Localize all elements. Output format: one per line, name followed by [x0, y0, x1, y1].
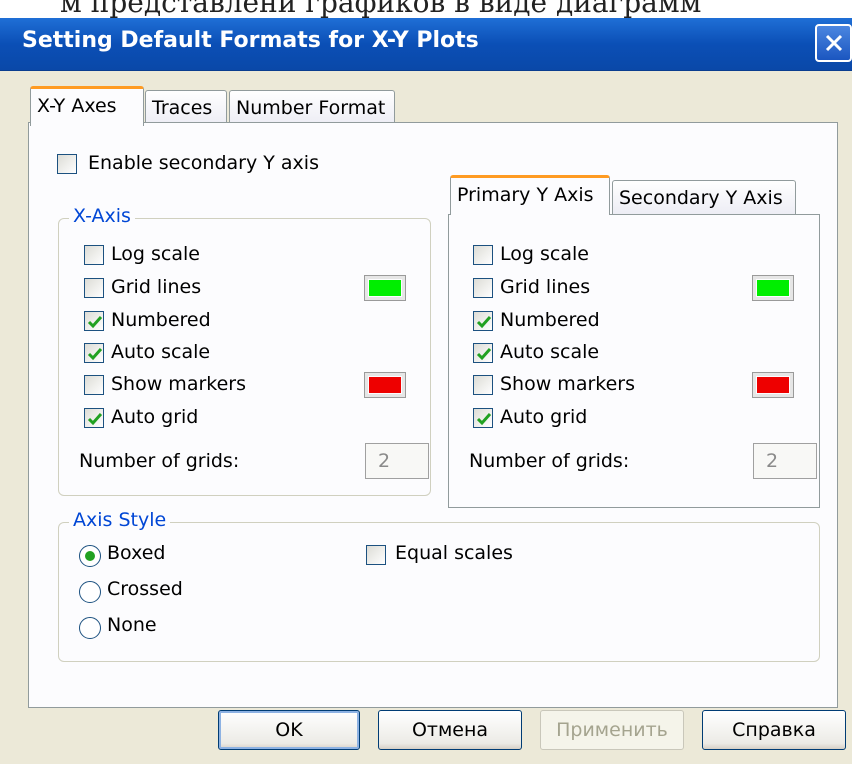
tab-traces[interactable]: Traces	[145, 90, 227, 126]
boxed-radio-label: Boxed	[107, 542, 166, 564]
x-grid-color-swatch[interactable]	[364, 275, 406, 301]
x-num-grids-value: 2	[378, 450, 391, 472]
tab-number-format[interactable]: Number Format	[229, 90, 395, 126]
y-numbered-label: Numbered	[500, 309, 600, 331]
help-button[interactable]: Справка	[702, 710, 846, 750]
x-auto-grid-label: Auto grid	[111, 406, 199, 428]
radio-selected-dot	[85, 551, 95, 561]
x-numbered-label: Numbered	[111, 309, 211, 331]
x-marker-color-swatch[interactable]	[364, 372, 406, 398]
y-log-scale-checkbox[interactable]	[473, 245, 493, 265]
y-num-grids-input[interactable]: 2	[753, 443, 817, 479]
tab-primary-y-axis[interactable]: Primary Y Axis	[450, 175, 610, 215]
dialog-window: Setting Default Formats for X-Y Plots X-…	[0, 18, 852, 764]
y-log-scale-label: Log scale	[500, 243, 589, 265]
x-num-grids-input[interactable]: 2	[365, 443, 429, 479]
title-bar: Setting Default Formats for X-Y Plots	[0, 18, 852, 71]
ok-button[interactable]: OK	[218, 710, 360, 750]
x-marker-color-fill	[369, 377, 401, 393]
x-auto-scale-checkbox[interactable]	[84, 343, 104, 363]
y-auto-grid-checkbox[interactable]	[473, 408, 493, 428]
x-grid-lines-checkbox[interactable]	[84, 278, 104, 298]
cancel-button[interactable]: Отмена	[378, 710, 522, 750]
equal-scales-checkbox[interactable]	[366, 545, 386, 565]
tab-number-format-label: Number Format	[236, 97, 386, 119]
checkmark-icon	[87, 413, 103, 426]
y-numbered-checkbox[interactable]	[473, 311, 493, 331]
x-show-markers-checkbox[interactable]	[84, 375, 104, 395]
y-num-grids-label: Number of grids:	[469, 450, 630, 472]
y-show-markers-checkbox[interactable]	[473, 375, 493, 395]
boxed-radio[interactable]	[79, 545, 101, 567]
x-auto-scale-label: Auto scale	[111, 341, 211, 363]
tab-traces-label: Traces	[152, 97, 213, 119]
y-auto-scale-label: Auto scale	[500, 341, 600, 363]
x-show-markers-label: Show markers	[111, 373, 246, 395]
x-log-scale-label: Log scale	[111, 243, 200, 265]
checkmark-icon	[476, 348, 492, 361]
enable-secondary-label: Enable secondary Y axis	[88, 152, 319, 174]
checkmark-icon	[87, 316, 103, 329]
checkmark-icon	[87, 348, 103, 361]
checkmark-icon	[476, 316, 492, 329]
enable-secondary-checkbox[interactable]	[57, 154, 77, 174]
y-num-grids-value: 2	[766, 450, 779, 472]
y-auto-grid-label: Auto grid	[500, 406, 588, 428]
x-num-grids-label: Number of grids:	[79, 450, 240, 472]
equal-scales-label: Equal scales	[395, 542, 513, 564]
close-icon	[825, 34, 843, 52]
tab-secondary-y-axis[interactable]: Secondary Y Axis	[612, 180, 796, 216]
tab-xy-axes-label: X-Y Axes	[37, 95, 117, 117]
crossed-radio[interactable]	[79, 581, 101, 603]
y-show-markers-label: Show markers	[500, 373, 635, 395]
y-grid-lines-checkbox[interactable]	[473, 278, 493, 298]
y-marker-color-swatch[interactable]	[752, 372, 794, 398]
none-radio-label: None	[107, 614, 157, 636]
tab-primary-y-axis-label: Primary Y Axis	[457, 184, 594, 206]
tab-secondary-y-axis-label: Secondary Y Axis	[619, 187, 783, 209]
y-marker-color-fill	[757, 377, 789, 393]
close-button[interactable]	[815, 24, 852, 62]
crossed-radio-label: Crossed	[107, 578, 183, 600]
x-grid-lines-label: Grid lines	[111, 276, 202, 298]
x-grid-color-fill	[369, 280, 401, 296]
none-radio[interactable]	[79, 617, 101, 639]
y-grid-color-swatch[interactable]	[752, 275, 794, 301]
x-numbered-checkbox[interactable]	[84, 311, 104, 331]
dialog-title: Setting Default Formats for X-Y Plots	[22, 28, 479, 53]
x-auto-grid-checkbox[interactable]	[84, 408, 104, 428]
axis-style-legend: Axis Style	[69, 509, 171, 531]
checkmark-icon	[476, 413, 492, 426]
tab-xy-axes[interactable]: X-Y Axes	[30, 86, 144, 126]
background-document-text: м представлени графиков в виде диаграмм	[60, 0, 702, 19]
y-grid-lines-label: Grid lines	[500, 276, 591, 298]
y-auto-scale-checkbox[interactable]	[473, 343, 493, 363]
y-grid-color-fill	[757, 280, 789, 296]
x-log-scale-checkbox[interactable]	[84, 245, 104, 265]
x-axis-legend: X-Axis	[69, 205, 135, 227]
apply-button[interactable]: Применить	[540, 710, 684, 750]
